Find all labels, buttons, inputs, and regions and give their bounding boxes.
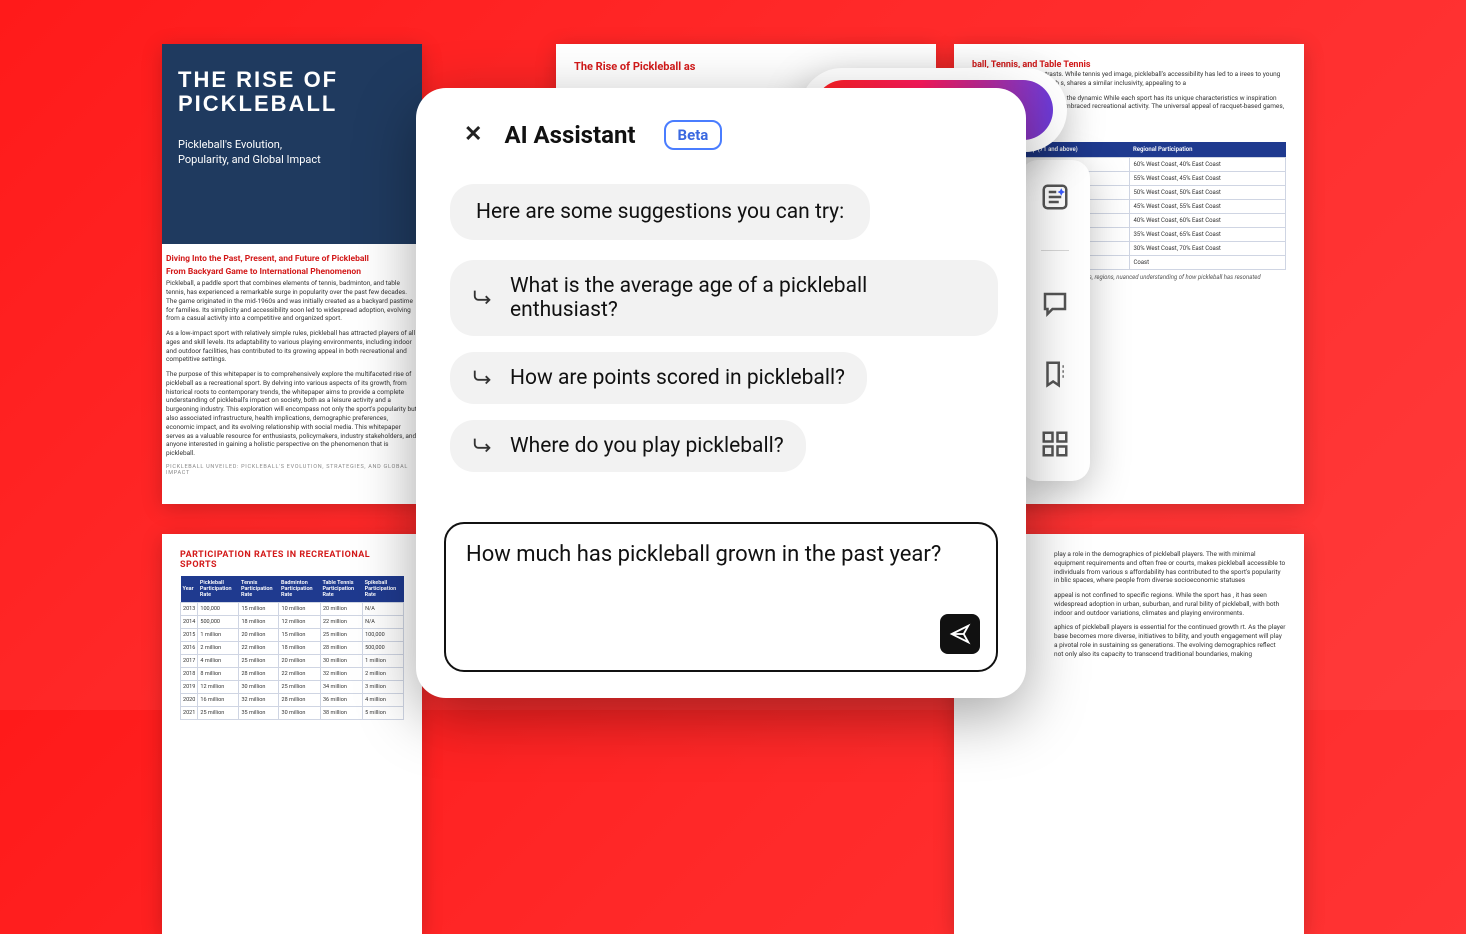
body-para: appeal is not confined to specific regio… xyxy=(1054,591,1286,617)
body-para: aphics of pickleball players is essentia… xyxy=(1054,623,1286,658)
arrow-reply-icon xyxy=(472,287,494,309)
table-header: PARTICIPATION RATES IN RECREATIONAL SPOR… xyxy=(180,550,404,570)
body-para: As a low-impact sport with relatively si… xyxy=(166,329,418,364)
assistant-header: ✕ AI Assistant Beta xyxy=(444,120,998,150)
rates-table: YearPickleball Participation RateTennis … xyxy=(180,576,404,720)
grid-icon[interactable] xyxy=(1038,427,1072,461)
suggestion-1[interactable]: What is the average age of a pickleball … xyxy=(450,260,998,336)
close-icon[interactable]: ✕ xyxy=(464,124,482,146)
beta-badge: Beta xyxy=(664,120,723,150)
chat-input[interactable]: How much has pickleball grown in the pas… xyxy=(444,522,998,672)
suggestion-3[interactable]: Where do you play pickleball? xyxy=(450,420,806,472)
section-subheading: From Backyard Game to International Phen… xyxy=(166,267,418,278)
doc-page-1: THE RISE OF PICKLEBALL Pickleball's Evol… xyxy=(162,44,422,504)
suggestion-text: How are points scored in pickleball? xyxy=(510,366,845,390)
tool-strip xyxy=(1020,160,1090,481)
arrow-reply-icon xyxy=(472,435,494,457)
doc-footer: PICKLEBALL UNVEILED: PICKLEBALL'S EVOLUT… xyxy=(166,464,418,476)
suggestion-text: What is the average age of a pickleball … xyxy=(510,274,976,322)
chat-input-text: How much has pickleball grown in the pas… xyxy=(466,542,976,567)
send-icon xyxy=(949,623,971,645)
assistant-title: AI Assistant xyxy=(504,121,635,149)
section-heading: Diving Into the Past, Present, and Futur… xyxy=(166,254,418,265)
send-button[interactable] xyxy=(940,614,980,654)
body-para: play a role in the demographics of pickl… xyxy=(1054,550,1286,585)
arrow-reply-icon xyxy=(472,367,494,389)
hero-banner: THE RISE OF PICKLEBALL Pickleball's Evol… xyxy=(162,44,422,244)
body-para: The purpose of this whitepaper is to com… xyxy=(166,370,418,458)
doc-subtitle: Pickleball's Evolution, Popularity, and … xyxy=(178,138,328,167)
chat-icon[interactable] xyxy=(1038,287,1072,321)
assistant-panel: ✕ AI Assistant Beta Here are some sugges… xyxy=(416,88,1026,698)
suggestion-2[interactable]: How are points scored in pickleball? xyxy=(450,352,867,404)
suggestion-text: Where do you play pickleball? xyxy=(510,434,784,458)
divider xyxy=(1041,250,1069,251)
summary-icon[interactable] xyxy=(1038,180,1072,214)
doc-page-4: PARTICIPATION RATES IN RECREATIONAL SPOR… xyxy=(162,534,422,934)
body-para: Pickleball, a paddle sport that combines… xyxy=(166,279,418,323)
bookmark-icon[interactable] xyxy=(1038,357,1072,391)
assistant-intro: Here are some suggestions you can try: xyxy=(450,184,870,240)
doc-title: THE RISE OF PICKLEBALL xyxy=(178,68,406,116)
